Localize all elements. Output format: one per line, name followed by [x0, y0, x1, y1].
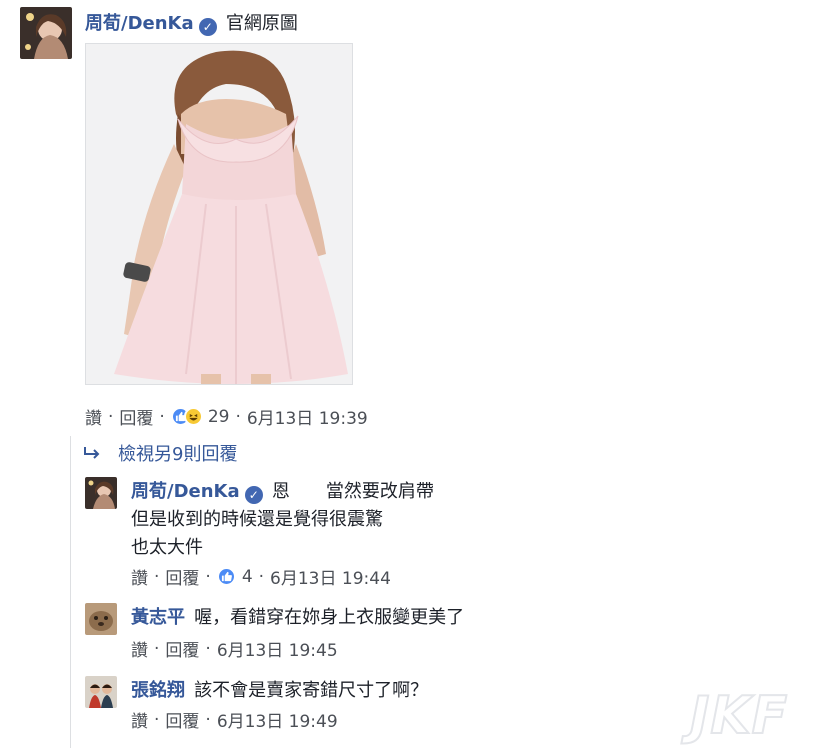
avatar-image [20, 7, 72, 59]
reply-1: 周荀/DenKa ✓ 恩 當然要改肩帶 但是收到的時候還是覺得很震驚 也太大件 [131, 478, 434, 562]
comment-text-line: 但是收到的時候還是覺得很震驚 [131, 509, 383, 530]
separator: · [205, 709, 211, 730]
separator: · [154, 709, 160, 730]
separator: · [159, 406, 165, 427]
reply-link[interactable]: 回覆 [165, 636, 199, 661]
reply-arrow-icon [84, 447, 100, 459]
reply-link[interactable]: 回覆 [119, 404, 153, 429]
separator: · [205, 638, 211, 659]
comment-text-line: 也太大件 [131, 537, 203, 558]
view-more-replies-label: 檢視另9則回覆 [118, 444, 238, 465]
comment-timestamp[interactable]: 6月13日 19:44 [270, 564, 391, 589]
reply-link[interactable]: 回覆 [165, 707, 199, 732]
comment-text: 官網原圖 [225, 13, 298, 34]
like-link[interactable]: 讚 [85, 404, 102, 429]
comment-text-line: 恩 當然要改肩帶 [271, 481, 434, 502]
avatar-image [85, 603, 117, 635]
reply-3: 張銘翔 該不會是賣家寄錯尺寸了啊？ [131, 676, 428, 702]
separator: · [235, 406, 241, 427]
comment-author-name[interactable]: 周荀/DenKa [85, 13, 194, 34]
avatar-zhang[interactable] [85, 676, 117, 708]
comment-timestamp[interactable]: 6月13日 19:39 [247, 404, 368, 429]
separator: · [154, 638, 160, 659]
reply-thread-line [70, 436, 71, 748]
separator: · [205, 566, 211, 587]
reactions-summary[interactable]: 4 [216, 566, 253, 587]
reactions-count: 4 [241, 566, 253, 587]
dress-photo-image [86, 44, 352, 384]
avatar-denka-reply[interactable] [85, 477, 117, 509]
reply-2-actions: 讚 · 回覆 · 6月13日 19:45 [131, 636, 338, 662]
main-comment-actions: 讚 · 回覆 · 29 · 6月13日 19:39 [85, 404, 368, 430]
avatar-huang[interactable] [85, 603, 117, 635]
like-reaction-icon [216, 567, 236, 586]
separator: · [154, 566, 160, 587]
reply-2: 黃志平 喔，看錯穿在妳身上衣服變更美了 [131, 603, 464, 629]
reactions-summary[interactable]: 29 [170, 406, 230, 427]
avatar-image [85, 676, 117, 708]
like-link[interactable]: 讚 [131, 707, 148, 732]
like-link[interactable]: 讚 [131, 564, 148, 589]
like-link[interactable]: 讚 [131, 636, 148, 661]
avatar-image [85, 477, 117, 509]
separator: · [258, 566, 265, 587]
haha-reaction-icon [183, 407, 203, 426]
comment-text: 喔，看錯穿在妳身上衣服變更美了 [194, 607, 465, 628]
verified-badge-icon: ✓ [198, 18, 217, 36]
comment-photo[interactable] [85, 43, 353, 385]
reply-3-actions: 讚 · 回覆 · 6月13日 19:49 [131, 707, 338, 733]
comment-timestamp[interactable]: 6月13日 19:45 [217, 636, 338, 661]
reply-link[interactable]: 回覆 [165, 564, 199, 589]
avatar-denka[interactable] [20, 7, 72, 59]
watermark-logo: JKF [689, 685, 789, 747]
comment-timestamp[interactable]: 6月13日 19:49 [217, 707, 338, 732]
comment-author-name[interactable]: 黃志平 [131, 607, 185, 628]
comment-author-name[interactable]: 張銘翔 [131, 680, 185, 701]
comment-text: 該不會是賣家寄錯尺寸了啊？ [194, 680, 429, 701]
verified-badge-icon: ✓ [244, 486, 263, 504]
view-more-replies-link[interactable]: 檢視另9則回覆 [82, 440, 237, 466]
main-comment-header: 周荀/DenKa ✓ 官網原圖 [85, 9, 298, 36]
comment-author-name[interactable]: 周荀/DenKa [131, 481, 240, 502]
separator: · [108, 406, 114, 427]
reply-1-actions: 讚 · 回覆 · 4 · 6月13日 19:44 [131, 564, 391, 590]
reactions-count: 29 [207, 406, 230, 427]
